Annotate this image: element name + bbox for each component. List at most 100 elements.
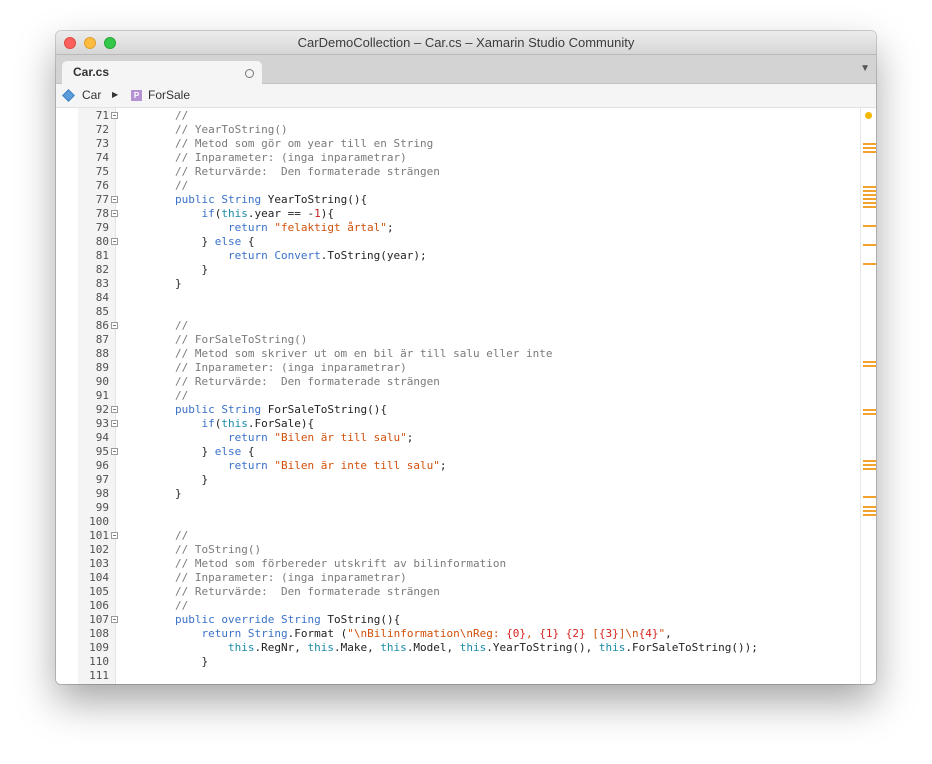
code-line[interactable]: 92 public String ForSaleToString(){	[56, 403, 860, 417]
fold-toggle-icon[interactable]	[111, 238, 118, 245]
overview-marker[interactable]	[863, 198, 876, 200]
line-number: 96	[95, 459, 109, 472]
overview-marker[interactable]	[863, 244, 876, 246]
line-number: 100	[89, 515, 109, 528]
code-line[interactable]: 85	[56, 305, 860, 319]
code-line[interactable]: 88 // Metod som skriver ut om en bil är …	[56, 347, 860, 361]
code-line[interactable]: 104 // Inparameter: (inga inparametrar)	[56, 571, 860, 585]
code-text: if(this.year == -1){	[122, 207, 333, 221]
overview-marker[interactable]	[863, 514, 876, 516]
code-line[interactable]: 73 // Metod som gör om year till en Stri…	[56, 137, 860, 151]
code-line[interactable]: 72 // YearToString()	[56, 123, 860, 137]
code-line[interactable]: 105 // Returvärde: Den formaterade strän…	[56, 585, 860, 599]
breadcrumb-class[interactable]: Car	[82, 88, 101, 102]
code-line[interactable]: 71 //	[56, 109, 860, 123]
code-line[interactable]: 95 } else {	[56, 445, 860, 459]
line-number: 86	[95, 319, 109, 332]
fold-toggle-icon[interactable]	[111, 406, 118, 413]
fold-toggle-icon[interactable]	[111, 532, 118, 539]
code-text: // Inparameter: (inga inparametrar)	[122, 151, 407, 165]
code-line[interactable]: 79 return "felaktigt årtal";	[56, 221, 860, 235]
overview-marker[interactable]	[863, 206, 876, 208]
code-line[interactable]: 82 }	[56, 263, 860, 277]
code-line[interactable]: 94 return "Bilen är till salu";	[56, 431, 860, 445]
overview-marker[interactable]	[863, 194, 876, 196]
code-line[interactable]: 110 }	[56, 655, 860, 669]
fold-toggle-icon[interactable]	[111, 420, 118, 427]
code-line[interactable]: 90 // Returvärde: Den formaterade sträng…	[56, 375, 860, 389]
fold-toggle-icon[interactable]	[111, 210, 118, 217]
code-token: ;	[386, 221, 394, 234]
code-line[interactable]: 78 if(this.year == -1){	[56, 207, 860, 221]
overview-marker[interactable]	[863, 202, 876, 204]
code-token: {	[241, 235, 255, 248]
code-line[interactable]: 98 }	[56, 487, 860, 501]
code-line[interactable]: 99	[56, 501, 860, 515]
breadcrumb-member[interactable]: ForSale	[148, 88, 190, 102]
overview-marker[interactable]	[863, 143, 876, 145]
overview-marker[interactable]	[863, 413, 876, 415]
code-line[interactable]: 80 } else {	[56, 235, 860, 249]
overview-scrollbar[interactable]	[860, 108, 876, 684]
code-line[interactable]: 81 return Convert.ToString(year);	[56, 249, 860, 263]
fold-toggle-icon[interactable]	[111, 196, 118, 203]
code-line[interactable]: 97 }	[56, 473, 860, 487]
code-line[interactable]: 86 //	[56, 319, 860, 333]
warning-indicator-icon[interactable]	[865, 112, 872, 119]
code-line[interactable]: 89 // Inparameter: (inga inparametrar)	[56, 361, 860, 375]
overview-marker[interactable]	[863, 464, 876, 466]
code-line[interactable]: 101 //	[56, 529, 860, 543]
code-line[interactable]: 108 return String.Format ("\nBilinformat…	[56, 627, 860, 641]
class-icon	[62, 89, 75, 102]
overview-marker[interactable]	[863, 263, 876, 265]
overview-marker[interactable]	[863, 506, 876, 508]
code-line[interactable]: 106 //	[56, 599, 860, 613]
overview-marker[interactable]	[863, 468, 876, 470]
code-token: ;	[439, 459, 447, 472]
overview-marker[interactable]	[863, 151, 876, 153]
code-line[interactable]: 77 public String YearToString(){	[56, 193, 860, 207]
code-line[interactable]: 93 if(this.ForSale){	[56, 417, 860, 431]
overview-marker[interactable]	[863, 365, 876, 367]
fold-toggle-icon[interactable]	[111, 112, 118, 119]
overview-marker[interactable]	[863, 409, 876, 411]
code-line[interactable]: 102 // ToString()	[56, 543, 860, 557]
code-line[interactable]: 100	[56, 515, 860, 529]
fold-toggle-icon[interactable]	[111, 322, 118, 329]
line-number: 76	[95, 179, 109, 192]
code-text: //	[122, 109, 188, 123]
code-line[interactable]: 107 public override String ToString(){	[56, 613, 860, 627]
code-line[interactable]: 84	[56, 291, 860, 305]
overview-marker[interactable]	[863, 460, 876, 462]
overview-marker[interactable]	[863, 225, 876, 227]
fold-toggle-icon[interactable]	[111, 616, 118, 623]
code-line[interactable]: 109 this.RegNr, this.Make, this.Model, t…	[56, 641, 860, 655]
overview-marker[interactable]	[863, 147, 876, 149]
overview-marker[interactable]	[863, 361, 876, 363]
tab-overflow-chevron-icon[interactable]: ▼	[860, 63, 870, 74]
overview-marker[interactable]	[863, 510, 876, 512]
code-line[interactable]: 111	[56, 669, 860, 683]
code-line[interactable]: 83 }	[56, 277, 860, 291]
code-line[interactable]: 76 //	[56, 179, 860, 193]
code-line[interactable]: 87 // ForSaleToString()	[56, 333, 860, 347]
overview-marker[interactable]	[863, 496, 876, 498]
code-text: return Convert.ToString(year);	[122, 249, 427, 263]
code-line[interactable]: 91 //	[56, 389, 860, 403]
code-line[interactable]: 75 // Returvärde: Den formaterade sträng…	[56, 165, 860, 179]
ide-window: CarDemoCollection – Car.cs – Xamarin Stu…	[56, 31, 876, 684]
line-number: 82	[95, 263, 109, 276]
tab-close-icon[interactable]	[245, 69, 254, 78]
code-line[interactable]: 96 return "Bilen är inte till salu";	[56, 459, 860, 473]
overview-marker[interactable]	[863, 186, 876, 188]
fold-toggle-icon[interactable]	[111, 448, 118, 455]
line-number: 81	[95, 249, 109, 262]
overview-marker[interactable]	[863, 190, 876, 192]
code-token: public	[174, 613, 215, 626]
code-line[interactable]: 74 // Inparameter: (inga inparametrar)	[56, 151, 860, 165]
code-line[interactable]: 103 // Metod som förbereder utskrift av …	[56, 557, 860, 571]
code-token: //	[122, 109, 189, 122]
code-editor[interactable]: 71 //72 // YearToString() 73 // Metod som…	[56, 108, 876, 684]
tab-car-cs[interactable]: Car.cs	[62, 61, 262, 84]
